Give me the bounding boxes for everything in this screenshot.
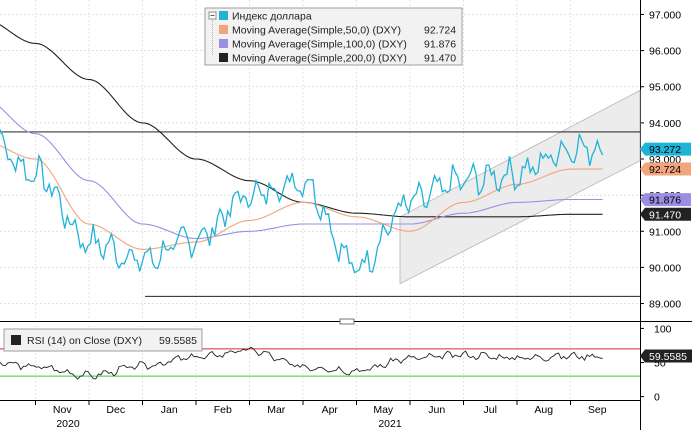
price-tick-label: 91.000 bbox=[649, 226, 681, 238]
price-tick-label: 90.000 bbox=[649, 262, 681, 274]
month-label: Dec bbox=[106, 404, 125, 416]
price-tick-label: 89.000 bbox=[649, 299, 681, 311]
price-legend: Индекс доллара Moving Average(Simple,50,0… bbox=[204, 7, 463, 66]
month-label: Aug bbox=[534, 404, 553, 416]
legend-value: 91.876 bbox=[424, 39, 456, 51]
month-label: Jan bbox=[161, 404, 178, 416]
month-label: Jun bbox=[428, 404, 445, 416]
price-tick-label: 94.000 bbox=[649, 118, 681, 130]
legend-swatch bbox=[219, 25, 228, 34]
legend-swatch bbox=[219, 53, 228, 62]
legend-swatch bbox=[219, 39, 228, 48]
rsi-tick-label: 0 bbox=[654, 392, 660, 404]
legend-value: 59.5585 bbox=[159, 335, 197, 347]
last-value-tag-text: 93.272 bbox=[649, 144, 681, 156]
last-value-tag: 91.470 bbox=[640, 207, 691, 221]
legend-swatch bbox=[219, 11, 228, 20]
month-label: Feb bbox=[214, 404, 232, 416]
price-tick-label: 95.000 bbox=[649, 82, 681, 94]
month-label: May bbox=[373, 404, 394, 416]
legend-label: Moving Average(Simple,100,0) (DXY) bbox=[232, 39, 407, 51]
rsi-legend: RSI (14) on Close (DXY) 59.5585 bbox=[3, 328, 203, 352]
panel-resize-handle[interactable] bbox=[339, 318, 355, 325]
dxy-chart: 97.00096.00095.00094.00093.00092.00091.0… bbox=[0, 0, 692, 430]
last-value-tag: 59.5585 bbox=[640, 349, 692, 363]
last-value-tag-text: 91.876 bbox=[649, 195, 681, 207]
legend-label: Индекс доллара bbox=[232, 11, 312, 23]
month-label: Apr bbox=[322, 404, 339, 416]
legend-value: 91.470 bbox=[424, 53, 456, 65]
legend-label: Moving Average(Simple,50,0) (DXY) bbox=[232, 25, 401, 37]
last-value-tag: 91.876 bbox=[640, 193, 691, 207]
legend-label: RSI (14) on Close (DXY) bbox=[27, 335, 142, 347]
last-value-tag-text: 92.724 bbox=[649, 164, 681, 176]
legend-value: 92.724 bbox=[424, 25, 456, 37]
legend-swatch bbox=[11, 335, 21, 345]
rsi-tick-label: 100 bbox=[654, 323, 672, 335]
month-label: Mar bbox=[267, 404, 286, 416]
month-label: Sep bbox=[588, 404, 607, 416]
price-tick-label: 96.000 bbox=[649, 46, 681, 58]
last-value-tag-text: 91.470 bbox=[649, 209, 681, 221]
year-label: 2020 bbox=[56, 418, 80, 430]
legend-label: Moving Average(Simple,200,0) (DXY) bbox=[232, 53, 407, 65]
year-label: 2021 bbox=[378, 418, 402, 430]
last-value-tag-text: 59.5585 bbox=[649, 351, 687, 363]
last-value-tag: 93.272 bbox=[640, 142, 691, 156]
price-tick-label: 97.000 bbox=[649, 9, 681, 21]
month-label: Jul bbox=[484, 404, 497, 416]
month-label: Nov bbox=[53, 404, 72, 416]
last-value-tag: 92.724 bbox=[640, 162, 691, 176]
chart-svg: 97.00096.00095.00094.00093.00092.00091.0… bbox=[0, 0, 692, 430]
